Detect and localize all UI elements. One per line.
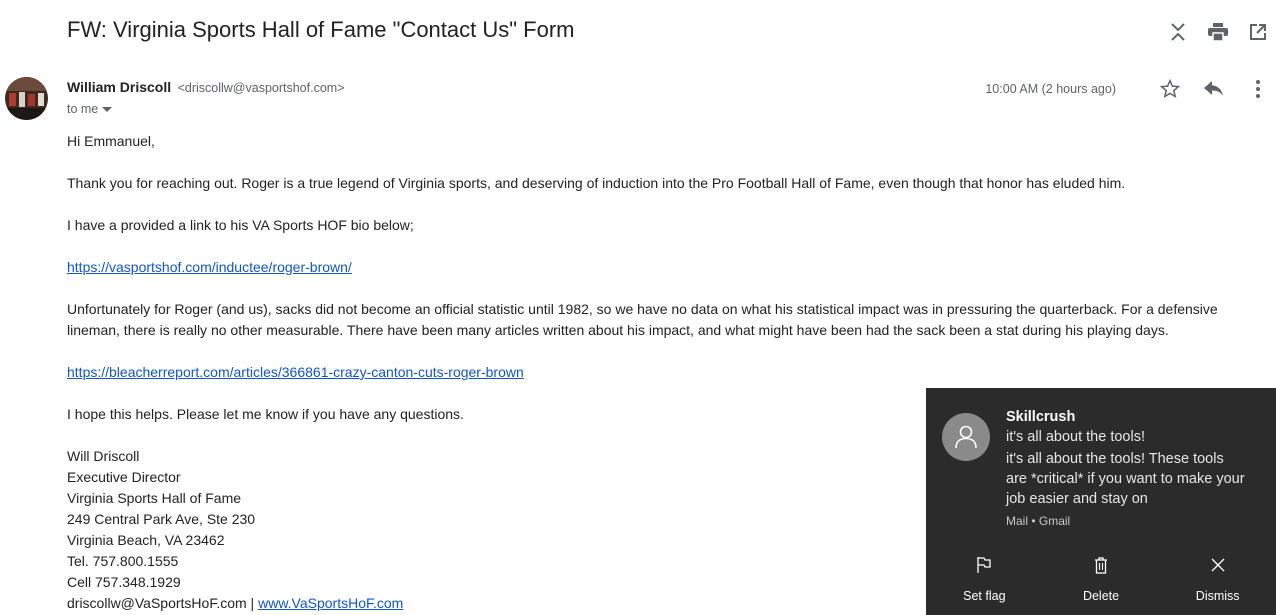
article-link[interactable]: https://bleacherreport.com/articles/3668… <box>67 364 524 380</box>
website-link[interactable]: www.VaSportsHoF.com <box>258 595 403 611</box>
bio-link[interactable]: https://vasportshof.com/inductee/roger-b… <box>67 259 352 275</box>
notification-preview: it's all about the tools! These tools ar… <box>1006 451 1245 507</box>
set-flag-label: Set flag <box>963 589 1006 603</box>
notification-source: Mail • Gmail <box>1006 514 1071 528</box>
open-in-new-window-icon[interactable] <box>1246 20 1270 44</box>
print-icon[interactable] <box>1206 20 1230 44</box>
signature-email: driscollw@VaSportsHoF.com | <box>67 595 259 611</box>
dismiss-label: Dismiss <box>1195 589 1240 603</box>
notification-toast[interactable]: Skillcrush it's all about the tools! it'… <box>926 388 1276 615</box>
sender-avatar[interactable] <box>5 77 48 120</box>
thread-toolbar <box>1166 20 1270 44</box>
sender-line: William Driscoll <driscollw@vasportshof.… <box>67 79 345 97</box>
close-icon <box>1210 556 1226 577</box>
email-view: FW: Virginia Sports Hall of Fame "Contac… <box>0 0 1276 615</box>
dismiss-button[interactable]: Dismiss <box>1159 556 1276 603</box>
star-icon[interactable] <box>1158 77 1182 101</box>
notification-title: Skillcrush <box>1006 409 1076 425</box>
message-time: 10:00 AM (2 hours ago) <box>985 82 1116 96</box>
delete-label: Delete <box>1082 589 1120 603</box>
notification-subject: it's all about the tools! <box>1006 429 1145 445</box>
paragraph: I have a provided a link to his VA Sport… <box>67 217 414 233</box>
paragraph: Unfortunately for Roger (and us), sacks … <box>67 301 1218 338</box>
paragraph: Thank you for reaching out. Roger is a t… <box>67 175 1126 191</box>
flag-icon <box>976 556 992 577</box>
delete-button[interactable]: Delete <box>1043 556 1160 603</box>
collapse-icon[interactable] <box>1166 20 1190 44</box>
caret-down-icon[interactable] <box>102 102 113 116</box>
email-subject: FW: Virginia Sports Hall of Fame "Contac… <box>67 17 575 42</box>
person-icon <box>942 413 990 461</box>
sender-email: <driscollw@vasportshof.com> <box>177 81 345 95</box>
more-vertical-icon[interactable] <box>1246 77 1270 101</box>
set-flag-button[interactable]: Set flag <box>926 556 1043 603</box>
message-meta: 10:00 AM (2 hours ago) <box>985 77 1270 101</box>
notification-actions: Set flag Delete Dismiss <box>926 556 1276 603</box>
trash-icon <box>1094 556 1108 577</box>
greeting: Hi Emmanuel, <box>67 133 155 149</box>
sender-name[interactable]: William Driscoll <box>67 79 171 95</box>
recipient-label: to me <box>67 102 99 116</box>
recipient-details[interactable]: to me <box>67 102 113 116</box>
reply-icon[interactable] <box>1202 77 1226 101</box>
